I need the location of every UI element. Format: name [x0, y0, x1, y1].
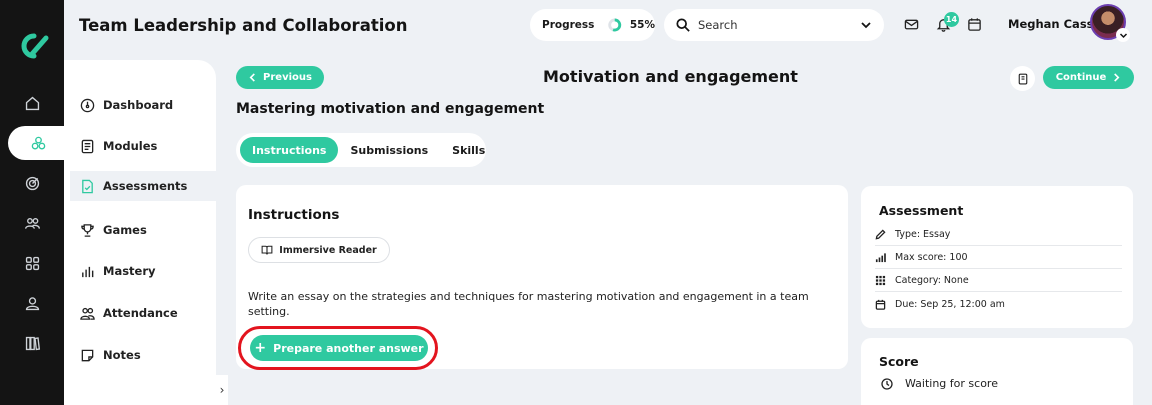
score-status: Waiting for score	[881, 377, 998, 390]
account-chevron-down-icon[interactable]	[1116, 28, 1130, 42]
sidebar-item-label: Games	[103, 223, 147, 237]
tab-submissions[interactable]: Submissions	[338, 137, 440, 163]
sidebar-item-label: Mastery	[103, 264, 156, 278]
continue-label: Continue	[1055, 72, 1107, 83]
instructions-heading: Instructions	[248, 207, 340, 223]
rail-library-icon[interactable]	[0, 326, 64, 360]
assessment-row-category: Category: None	[875, 270, 1122, 292]
assessment-row-type: Type: Essay	[875, 224, 1122, 246]
app-logo[interactable]	[12, 30, 52, 62]
rail-modules-hub-icon[interactable]	[8, 126, 68, 160]
rail-profile-icon[interactable]	[0, 286, 64, 320]
signal-icon	[875, 253, 886, 263]
pencil-icon	[875, 229, 886, 240]
rail-target-icon[interactable]	[0, 166, 64, 200]
progress-indicator: Progress 55%	[530, 9, 655, 41]
rail-home-icon[interactable]	[0, 86, 64, 120]
assessment-category: Category: None	[895, 275, 969, 286]
page-title: Motivation and engagement	[543, 67, 798, 86]
search-icon	[676, 18, 690, 32]
rail-grid-icon[interactable]	[0, 246, 64, 280]
immersive-reader-label: Immersive Reader	[279, 244, 377, 256]
trophy-icon	[81, 223, 94, 237]
notes-icon	[81, 349, 94, 361]
user-name: Meghan Cass	[1008, 17, 1094, 31]
sidebar-item-label: Dashboard	[103, 98, 174, 112]
sidebar-item-label: Assessments	[103, 179, 188, 193]
modules-icon	[81, 139, 94, 153]
immersive-reader-button[interactable]: Immersive Reader	[248, 237, 390, 263]
sidebar-item-games[interactable]: Games	[70, 215, 216, 245]
sidebar-item-assessments[interactable]: Assessments	[70, 171, 216, 201]
assessment-subtitle: Mastering motivation and engagement	[236, 101, 545, 117]
course-title: Team Leadership and Collaboration	[79, 16, 408, 35]
notification-badge: 14	[944, 12, 959, 27]
search-box[interactable]	[664, 9, 884, 41]
calendar-small-icon	[875, 299, 886, 310]
mail-icon[interactable]	[902, 15, 920, 33]
tab-skills[interactable]: Skills	[440, 137, 497, 163]
assessment-type: Type: Essay	[895, 229, 951, 240]
assessment-icon	[82, 179, 93, 193]
module-sidebar: Dashboard Modules Assessments Games Mast…	[64, 60, 216, 405]
progress-value: 55%	[629, 19, 655, 31]
sidebar-item-label: Attendance	[103, 306, 178, 320]
previous-label: Previous	[263, 72, 312, 83]
progress-label: Progress	[542, 19, 595, 31]
previous-button[interactable]: Previous	[236, 66, 324, 89]
instructions-text: Write an essay on the strategies and tec…	[248, 290, 809, 318]
reader-book-icon	[261, 245, 273, 255]
chevron-down-icon[interactable]	[860, 19, 872, 31]
dashboard-icon	[80, 98, 95, 112]
category-icon	[875, 275, 886, 286]
tab-instructions[interactable]: Instructions	[240, 137, 339, 163]
assessment-due-date: Due: Sep 25, 12:00 am	[895, 298, 1005, 310]
tab-bar: Instructions Submissions Skills	[236, 133, 486, 167]
sidebar-item-mastery[interactable]: Mastery	[70, 256, 216, 286]
book-icon[interactable]	[1010, 66, 1035, 91]
rail-team-icon[interactable]	[0, 206, 64, 240]
score-status-text: Waiting for score	[905, 377, 998, 390]
sidebar-expand-chevron-icon[interactable]: ›	[216, 375, 228, 405]
sidebar-item-attendance[interactable]: Attendance	[70, 298, 216, 328]
sidebar-item-modules[interactable]: Modules	[70, 131, 216, 161]
assessment-row-max-score: Max score: 100	[875, 247, 1122, 269]
clock-icon	[881, 377, 893, 390]
calendar-icon[interactable]	[965, 15, 983, 33]
sidebar-item-notes[interactable]: Notes	[70, 340, 216, 370]
highlight-ring	[238, 326, 438, 370]
sidebar-item-label: Modules	[103, 139, 158, 153]
attendance-icon	[80, 307, 95, 320]
continue-button[interactable]: Continue	[1043, 66, 1134, 89]
score-heading: Score	[879, 354, 919, 369]
progress-ring-icon	[608, 18, 622, 32]
chevron-right-icon	[1114, 73, 1120, 82]
app-rail	[0, 0, 68, 405]
sidebar-item-label: Notes	[103, 348, 141, 362]
assessment-heading: Assessment	[879, 203, 964, 218]
sidebar-item-dashboard[interactable]: Dashboard	[70, 90, 216, 120]
chevron-left-icon	[249, 73, 255, 82]
assessment-max-score: Max score: 100	[895, 252, 968, 263]
score-card: Score Waiting for score	[861, 338, 1133, 405]
mastery-icon	[82, 266, 94, 277]
assessment-row-due: Due: Sep 25, 12:00 am	[875, 293, 1122, 315]
search-input[interactable]	[698, 18, 860, 32]
assessment-card: Assessment Type: Essay Max score: 100 Ca…	[861, 186, 1133, 328]
